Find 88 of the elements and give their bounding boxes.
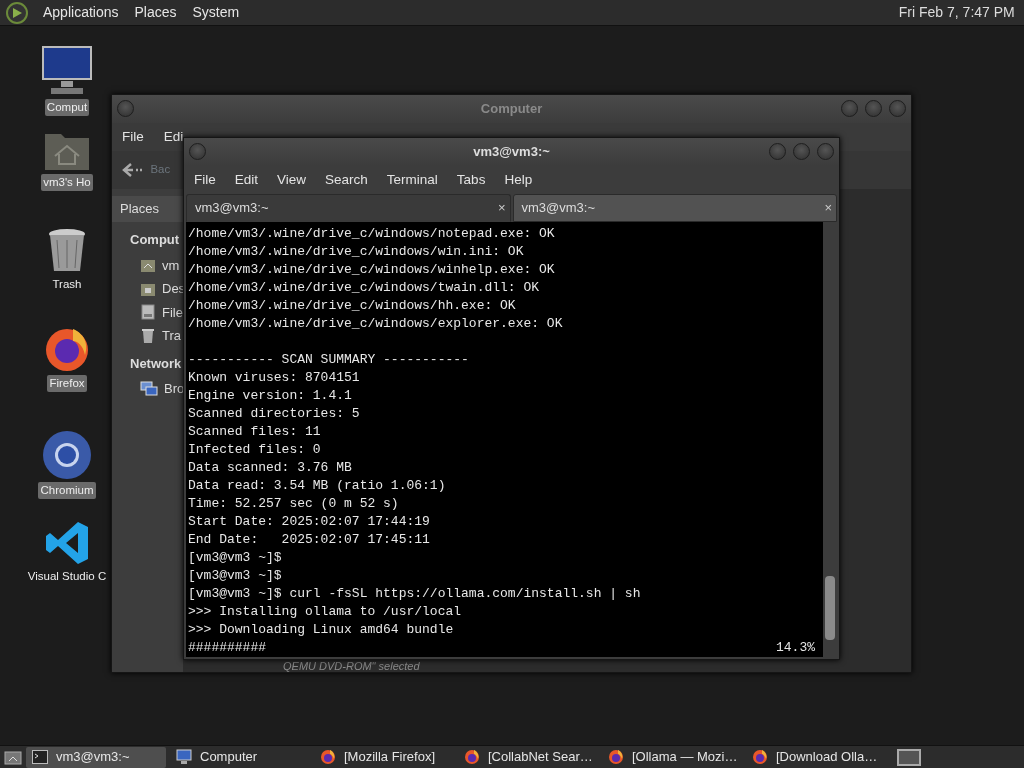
panel-menu[interactable]: Places: [133, 1, 178, 24]
maximize-button[interactable]: [793, 143, 810, 160]
trash-icon: [140, 327, 156, 344]
places-selector[interactable]: Places: [112, 196, 183, 222]
desktop-icon-label[interactable]: Chromium: [38, 482, 96, 500]
scrollbar[interactable]: [823, 222, 837, 657]
terminal-line: /home/vm3/.wine/drive_c/windows/winhelp.exe: OK: [188, 261, 555, 279]
taskbar-item[interactable]: [Mozilla Firefox]: [314, 746, 454, 768]
window-menu-button[interactable]: [189, 143, 206, 160]
maximize-button[interactable]: [865, 100, 882, 117]
terminal-line: Infected files: 0: [188, 441, 321, 459]
terminal-line: >>> Installing ollama to /usr/local: [188, 603, 462, 621]
terminal-line: /home/vm3/.wine/drive_c/windows/hh.exe: OK: [188, 297, 516, 315]
menu-item[interactable]: Edi: [163, 126, 184, 148]
progress-bar-text: ##########: [188, 639, 266, 657]
terminal-line: [vm3@vm3 ~]$: [188, 567, 282, 585]
terminal-tab[interactable]: vm3@vm3:~ ×: [512, 194, 837, 222]
terminal-line: [vm3@vm3 ~]$: [188, 549, 282, 567]
terminal-icon: [32, 750, 48, 764]
monitor-icon: [176, 749, 192, 765]
desktop-icon-label[interactable]: Firefox: [47, 375, 87, 393]
firefox-icon: [320, 749, 336, 765]
terminal-line: ----------- SCAN SUMMARY -----------: [188, 351, 469, 369]
firefox-icon: [608, 749, 624, 765]
desktop-icon-label[interactable]: Comput: [44, 99, 90, 117]
terminal-line: Engine version: 1.4.1: [188, 387, 352, 405]
terminal-line: Scanned directories: 5: [188, 405, 360, 423]
terminal-line: Data read: 3.54 MB (ratio 1.06:1): [188, 477, 446, 495]
menu-item[interactable]: File: [194, 169, 216, 191]
minimize-button[interactable]: [841, 100, 858, 117]
taskbar-item[interactable]: [Ollama — Mozi…: [602, 746, 742, 768]
menu-item[interactable]: Terminal: [386, 169, 438, 191]
drive-icon: [140, 304, 156, 321]
status-text: QEMU DVD-ROM" selected: [283, 660, 420, 672]
taskbar-item[interactable]: [CollabNet Sear…: [458, 746, 598, 768]
menu-item[interactable]: View: [277, 169, 307, 191]
terminal-line: /home/vm3/.wine/drive_c/windows/win.ini: OK: [188, 243, 524, 261]
menu-item[interactable]: File: [122, 126, 144, 148]
desktop-icon-label[interactable]: Trash: [50, 276, 84, 294]
panel-menu[interactable]: Applications: [42, 1, 120, 24]
close-button[interactable]: [817, 143, 834, 160]
window-title: vm3@vm3:~: [473, 143, 550, 162]
home-folder-icon: [140, 257, 156, 274]
terminal-tab[interactable]: vm3@vm3:~ ×: [186, 194, 511, 222]
sidebar-item[interactable]: Tra: [140, 326, 182, 346]
terminal-line: End Date: 2025:02:07 17:45:11: [188, 531, 430, 549]
close-icon[interactable]: ×: [824, 198, 832, 218]
show-desktop-icon: [4, 749, 22, 765]
back-arrow-icon: [122, 162, 144, 178]
panel-menu[interactable]: System: [191, 1, 241, 24]
terminal-line: Known viruses: 8704151: [188, 369, 360, 387]
desktop-icon-label[interactable]: Visual Studio C: [25, 568, 109, 586]
workspace-switcher[interactable]: [896, 748, 921, 766]
terminal-line: Scanned files: 11: [188, 423, 321, 441]
terminal-line: >>> Downloading Linux amd64 bundle: [188, 621, 454, 639]
clock[interactable]: Fri Feb 7, 7:47 PM: [898, 2, 1015, 23]
menu-item[interactable]: Tabs: [456, 169, 486, 191]
window-title: Computer: [480, 100, 543, 119]
taskbar-item[interactable]: [Download Olla…: [746, 746, 886, 768]
terminal-line: /home/vm3/.wine/drive_c/windows/notepad.exe: OK: [188, 225, 555, 243]
terminal-line: /home/vm3/.wine/drive_c/windows/twain.dll: OK: [188, 279, 540, 297]
terminal-line: [vm3@vm3 ~]$ curl -fsSL https://ollama.com/install.sh | sh: [188, 585, 641, 603]
vscode-icon: [44, 520, 90, 566]
chromium-icon: [42, 430, 92, 480]
terminal-line: Time: 52.257 sec (0 m 52 s): [188, 495, 399, 513]
firefox-icon: [752, 749, 768, 765]
trash-icon: [47, 228, 87, 274]
taskbar-item[interactable]: Computer: [170, 746, 310, 768]
taskbar-item[interactable]: vm3@vm3:~: [26, 746, 166, 768]
minimize-button[interactable]: [769, 143, 786, 160]
monitor-icon: [41, 45, 93, 97]
firefox-icon: [464, 749, 480, 765]
terminal-line: Start Date: 2025:02:07 17:44:19: [188, 513, 430, 531]
progress-percent: 14.3%: [776, 639, 815, 657]
menu-item[interactable]: Help: [504, 169, 533, 191]
terminal-line: /home/vm3/.wine/drive_c/windows/explorer.exe: OK: [188, 315, 563, 333]
window-menu-button[interactable]: [117, 100, 134, 117]
close-button[interactable]: [889, 100, 906, 117]
desktop-icon-label[interactable]: vm3's Ho: [41, 174, 93, 192]
menu-item[interactable]: Edit: [234, 169, 259, 191]
menu-item[interactable]: Search: [325, 169, 368, 191]
sidebar-heading: Network: [130, 354, 182, 373]
close-icon[interactable]: ×: [497, 198, 506, 218]
sidebar-item[interactable]: vm: [140, 255, 180, 275]
sidebar-item[interactable]: File: [140, 302, 183, 322]
sidebar-heading: Comput: [130, 231, 180, 249]
terminal-line: Data scanned: 3.76 MB: [188, 459, 352, 477]
network-icon: [140, 380, 158, 397]
